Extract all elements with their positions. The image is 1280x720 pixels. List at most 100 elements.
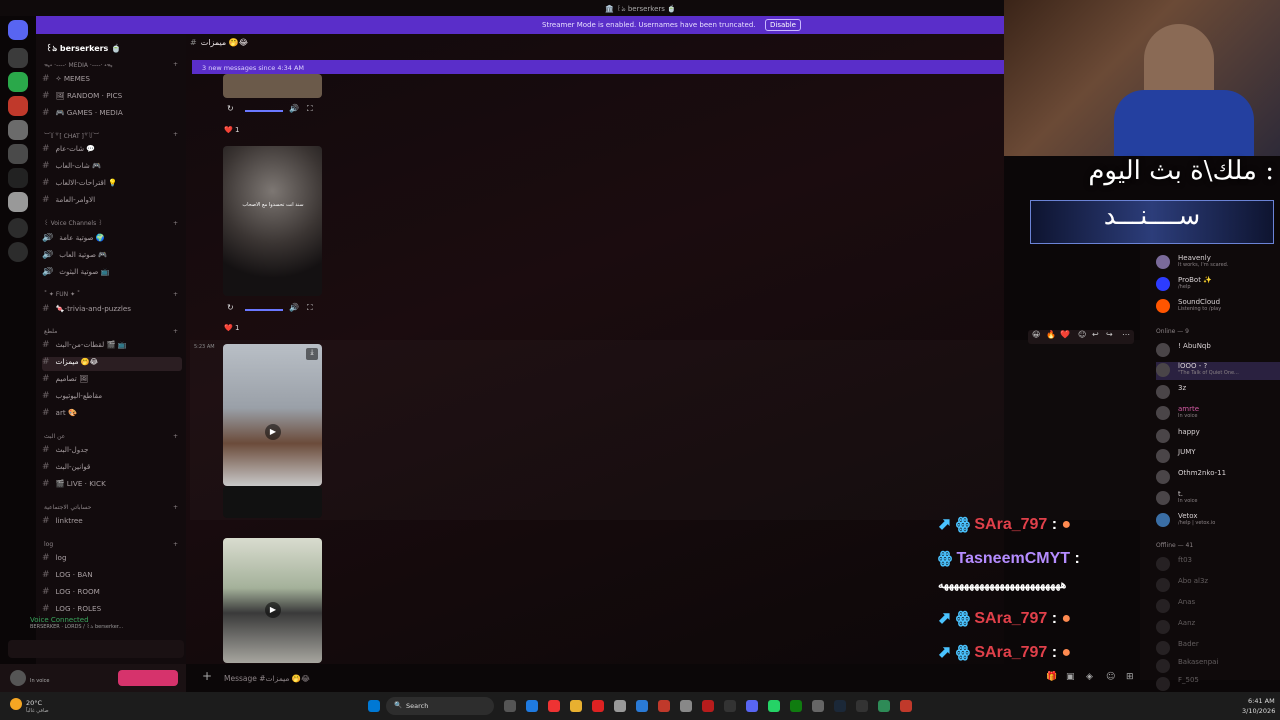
channel-chat[interactable]: # الاوامر-العامة (42, 195, 182, 209)
channel-memes-active[interactable]: # ميمزات 🤭😂 (42, 357, 182, 371)
app-icon[interactable] (878, 700, 890, 712)
apps-icon[interactable]: ⊞ (1126, 672, 1134, 682)
clock-time[interactable]: 6:41 AM (1248, 697, 1275, 705)
server-icon[interactable] (8, 144, 28, 164)
server-icon[interactable] (8, 72, 28, 92)
start-icon[interactable] (368, 700, 380, 712)
app-icon[interactable] (856, 700, 868, 712)
channel-chat[interactable]: # شات-عام 💬 (42, 144, 182, 158)
explorer-icon[interactable] (570, 700, 582, 712)
play-icon[interactable]: ▶ (265, 424, 281, 440)
xbox-icon[interactable] (790, 700, 802, 712)
disable-streamer-button[interactable]: Disable (765, 19, 801, 31)
channel-linktree[interactable]: # linktree (42, 516, 182, 530)
video-thumbnail[interactable]: ▶ ⤓ (223, 344, 322, 486)
channel-schedule[interactable]: # جدول-البث (42, 445, 182, 459)
member-item[interactable]: ProBot ✨/help (1156, 276, 1280, 294)
channel-log[interactable]: # log (42, 553, 182, 567)
clock-date[interactable]: 3/10/2026 (1242, 707, 1275, 715)
category-social[interactable]: حساباتي الاجتماعية + (44, 504, 178, 511)
gift-icon[interactable]: 🎁 (1046, 672, 1057, 682)
app-icon[interactable] (702, 700, 714, 712)
channel-memes[interactable]: # ✧ MEMES (42, 74, 182, 88)
channel-youtube[interactable]: # مقاطع-اليوتيوب (42, 391, 182, 405)
member-item[interactable]: 3z (1156, 384, 1280, 402)
voice-channel[interactable]: 🔊 صوتية العاب 🎮 (42, 250, 182, 264)
member-item[interactable]: SoundCloud Listening to /play (1156, 298, 1280, 316)
channel-random-pics[interactable]: # 🖼 RANDOM · PICS (42, 91, 182, 105)
sticker-icon[interactable]: ◈ (1086, 672, 1093, 682)
reaction[interactable]: ❤️ 1 (224, 324, 239, 336)
app-icon[interactable] (548, 700, 560, 712)
member-item[interactable]: happy (1156, 428, 1280, 446)
reaction[interactable]: ❤️ 1 (224, 126, 239, 138)
video-thumbnail[interactable] (223, 74, 322, 98)
app-icon[interactable] (900, 700, 912, 712)
weather-icon[interactable] (10, 698, 22, 710)
category-fun[interactable]: ˚ ✦ FUN ✦ ˚ + (44, 291, 178, 298)
server-name[interactable]: ꒰ঌ berserkers 🍵 (46, 42, 121, 56)
channel-rules[interactable]: # قوانين-البث (42, 462, 182, 476)
steam-icon[interactable] (834, 700, 846, 712)
server-icon[interactable] (8, 120, 28, 140)
server-icon[interactable] (8, 168, 28, 188)
channel-chat[interactable]: # اقتراحات-الالعاب 💡 (42, 178, 182, 192)
channel-chat[interactable]: # شات-العاب 🎮 (42, 161, 182, 175)
category-log[interactable]: log + (44, 541, 178, 548)
voice-channel[interactable]: 🔊 صوتية البثوث 📺 (42, 267, 182, 281)
category-media[interactable]: ᯓ˖ ·----· MEDIA ·----· ˖ᯓ + (44, 61, 178, 69)
member-item[interactable]: ! AbuNqb (1156, 342, 1280, 360)
app-icon[interactable] (614, 700, 626, 712)
taskview-icon[interactable] (504, 700, 516, 712)
whatsapp-icon[interactable] (768, 700, 780, 712)
channel-clips[interactable]: # لقطات-من-البث 🎬 📺 (42, 340, 182, 354)
server-icon[interactable] (8, 192, 28, 212)
discover-icon[interactable] (8, 242, 28, 262)
settings-icon[interactable] (812, 700, 824, 712)
avatar[interactable] (10, 670, 26, 686)
channel-log-room[interactable]: # LOG · ROOM (42, 587, 182, 601)
user-controls[interactable] (118, 670, 178, 686)
channel-art[interactable]: # art 🎨 (42, 408, 182, 422)
brave-icon[interactable] (658, 700, 670, 712)
emoji-icon[interactable]: ☺ (1106, 672, 1115, 682)
member-item[interactable]: JUMY (1156, 448, 1280, 466)
member-item[interactable]: Heavenly It works, I'm scared. (1156, 254, 1280, 272)
category-bonus[interactable]: ملطع + (44, 328, 178, 335)
voice-controls[interactable] (8, 640, 184, 658)
member-item[interactable]: amrte In voice (1156, 405, 1280, 423)
app-icon[interactable] (680, 700, 692, 712)
search-box[interactable]: 🔍 Search (386, 697, 494, 715)
video-thumbnail[interactable]: ▶ (223, 538, 322, 663)
channel-games-media[interactable]: # 🎮 GAMES · MEDIA (42, 108, 182, 122)
play-icon[interactable]: ▶ (265, 602, 281, 618)
app-icon[interactable] (724, 700, 736, 712)
server-icon[interactable] (8, 96, 28, 116)
category-chat[interactable]: ︶꒦꒷[ CHAT ]꒷꒦︶ + (44, 131, 178, 140)
edge-icon[interactable] (526, 700, 538, 712)
member-item[interactable]: Othm2nko-11 (1156, 469, 1280, 487)
message-action-bar[interactable]: 😀 🔥 ❤️ ☺ ↩ ↪ ⋯ (1028, 330, 1134, 344)
server-icon[interactable] (8, 48, 28, 68)
message-input[interactable]: + Message #ميمزات 🤭😂 🎁 ▣ ◈ ☺ ⊞ (196, 666, 1140, 690)
add-attachment-icon[interactable]: + (202, 669, 212, 683)
channel-designs[interactable]: # تصاميم 🖼 (42, 374, 182, 388)
discord-icon[interactable] (746, 700, 758, 712)
video-thumbnail[interactable]: سند انت تحسدوا مع الاصحاب (223, 146, 322, 296)
member-item[interactable]: t. In voice (1156, 490, 1280, 508)
voice-channel[interactable]: 🔊 صوتية عامة 🌍 (42, 233, 182, 247)
channel-trivia[interactable]: # 🍬-trivia-and-puzzles (42, 304, 182, 318)
app-icon[interactable] (636, 700, 648, 712)
download-icon[interactable]: ⤓ (306, 348, 318, 360)
channel-log-ban[interactable]: # LOG · BAN (42, 570, 182, 584)
gif-icon[interactable]: ▣ (1066, 672, 1075, 682)
video-controls[interactable]: ↻ 🔊 ⛶ (223, 303, 322, 317)
new-messages-bar[interactable]: 3 new messages since 4:34 AM (192, 60, 1004, 74)
category-about[interactable]: عن البث + (44, 433, 178, 440)
member-item[interactable]: lOOO - ? "The Talk of Quiet One... (1156, 362, 1280, 380)
youtube-icon[interactable] (592, 700, 604, 712)
category-voice[interactable]: ꒰ Voice Channels ꒱ + (44, 220, 178, 227)
channel-live-kick[interactable]: # 🎬 LIVE · KICK (42, 479, 182, 493)
discord-home-icon[interactable] (8, 20, 28, 40)
video-controls[interactable]: ↻ 🔊 ⛶ (223, 104, 322, 118)
